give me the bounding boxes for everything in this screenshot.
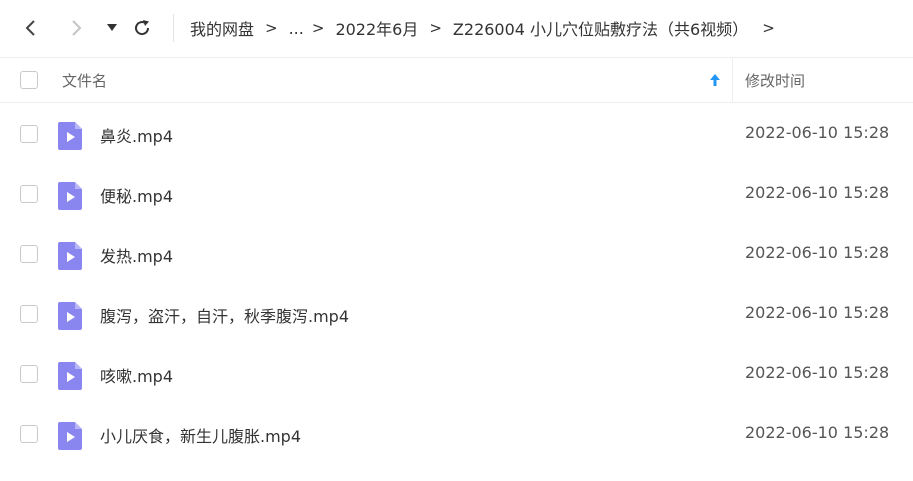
caret-down-icon [107, 24, 117, 31]
breadcrumb-separator: > [762, 19, 775, 37]
column-header-modified-time[interactable]: 修改时间 [745, 70, 805, 91]
file-row[interactable]: 咳嗽.mp4 2022-06-10 15:28 [0, 344, 913, 404]
row-checkbox[interactable] [20, 245, 38, 263]
breadcrumb-item-root[interactable]: 我的网盘 [190, 16, 254, 40]
video-file-icon [58, 422, 82, 450]
file-row[interactable]: 腹泻，盗汗，自汗，秋季腹泻.mp4 2022-06-10 15:28 [0, 284, 913, 344]
file-name: 咳嗽.mp4 [100, 367, 174, 386]
file-name: 小儿厌食，新生儿腹胀.mp4 [100, 427, 302, 446]
arrow-up-icon[interactable] [709, 73, 721, 87]
file-name: 腹泻，盗汗，自汗，秋季腹泻.mp4 [100, 307, 350, 326]
file-modified-time: 2022-06-10 15:28 [745, 123, 890, 142]
video-file-icon [58, 122, 82, 150]
row-checkbox[interactable] [20, 425, 38, 443]
row-checkbox[interactable] [20, 185, 38, 203]
breadcrumb-item-current[interactable]: Z226004 小儿穴位贴敷疗法（共6视频） [453, 16, 748, 40]
file-modified-time: 2022-06-10 15:28 [745, 243, 890, 262]
file-modified-time: 2022-06-10 15:28 [745, 423, 890, 442]
column-header-name[interactable]: 文件名 [62, 70, 107, 91]
row-checkbox[interactable] [20, 125, 38, 143]
file-modified-time: 2022-06-10 15:28 [745, 363, 890, 382]
select-all-checkbox[interactable] [20, 71, 38, 89]
video-file-icon [58, 182, 82, 210]
breadcrumb-item-month[interactable]: 2022年6月 [335, 16, 418, 40]
file-modified-time: 2022-06-10 15:28 [745, 183, 890, 202]
breadcrumb-separator: > [265, 19, 278, 37]
chevron-right-icon [72, 20, 82, 36]
breadcrumb-separator: > [429, 19, 442, 37]
chevron-left-icon [25, 20, 35, 36]
column-divider[interactable] [732, 58, 733, 102]
forward-button[interactable] [62, 14, 90, 42]
file-row[interactable]: 小儿厌食，新生儿腹胀.mp4 2022-06-10 15:28 [0, 404, 913, 464]
breadcrumb-item-ellipsis[interactable]: ... [289, 19, 304, 38]
refresh-button[interactable] [128, 14, 156, 42]
file-row[interactable]: 发热.mp4 2022-06-10 15:28 [0, 224, 913, 284]
breadcrumb: 我的网盘 > ... > 2022年6月 > Z226004 小儿穴位贴敷疗法（… [190, 0, 786, 56]
refresh-icon [135, 20, 150, 36]
video-file-icon [58, 242, 82, 270]
video-file-icon [58, 302, 82, 330]
file-row[interactable]: 便秘.mp4 2022-06-10 15:28 [0, 164, 913, 224]
history-dropdown-button[interactable] [98, 14, 126, 42]
file-row[interactable]: 鼻炎.mp4 2022-06-10 15:28 [0, 104, 913, 164]
file-name: 便秘.mp4 [100, 187, 174, 206]
video-file-icon [58, 362, 82, 390]
table-header: 文件名 修改时间 [0, 57, 913, 103]
row-checkbox[interactable] [20, 365, 38, 383]
file-modified-time: 2022-06-10 15:28 [745, 303, 890, 322]
file-name: 发热.mp4 [100, 247, 174, 266]
file-name: 鼻炎.mp4 [100, 127, 174, 146]
breadcrumb-separator: > [311, 19, 325, 37]
toolbar-divider [173, 14, 174, 42]
row-checkbox[interactable] [20, 305, 38, 323]
toolbar: 我的网盘 > ... > 2022年6月 > Z226004 小儿穴位贴敷疗法（… [0, 0, 913, 56]
back-button[interactable] [17, 14, 45, 42]
